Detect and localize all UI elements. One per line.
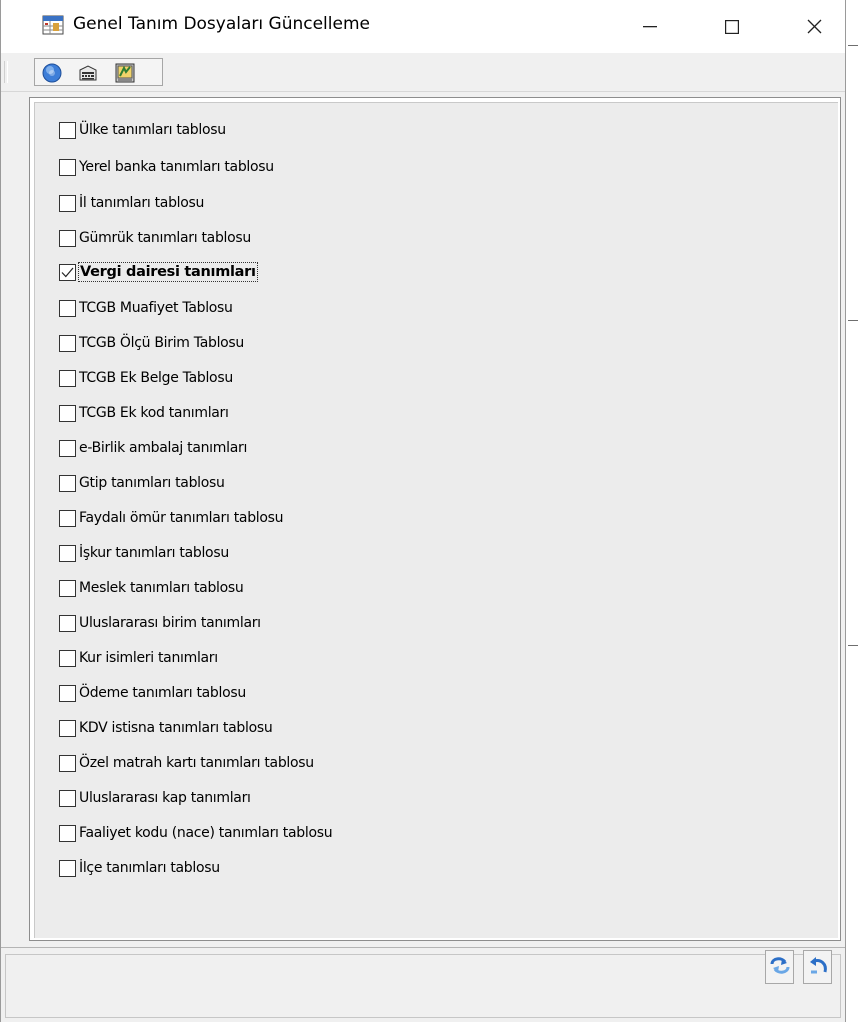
checkbox[interactable] — [59, 649, 76, 667]
checkbox-label: Faydalı ömür tanımları tablosu — [79, 510, 284, 526]
checkbox-item[interactable]: Yerel banka tanımları tablosu — [59, 156, 275, 178]
checkbox-label: İlçe tanımları tablosu — [79, 860, 220, 876]
checkbox[interactable] — [59, 158, 76, 176]
checkbox[interactable] — [59, 719, 76, 737]
checkbox[interactable] — [59, 509, 76, 527]
bottom-bar — [1, 947, 845, 1022]
checkbox[interactable] — [59, 859, 76, 877]
title-bar[interactable]: Genel Tanım Dosyaları Güncelleme — [1, 0, 845, 53]
checkbox[interactable] — [59, 614, 76, 632]
checkbox-label: Meslek tanımları tablosu — [79, 580, 244, 596]
checkbox-item[interactable]: e-Birlik ambalaj tanımları — [59, 437, 248, 459]
checkbox-item[interactable]: Uluslararası kap tanımları — [59, 787, 252, 809]
toolbar-grip[interactable] — [4, 61, 8, 83]
close-icon — [807, 19, 822, 34]
checkbox[interactable] — [59, 121, 76, 139]
checkbox[interactable] — [59, 263, 76, 281]
toolbar — [1, 53, 845, 92]
checkbox-item[interactable]: Özel matrah kartı tanımları tablosu — [59, 752, 315, 774]
background-edge-mark — [848, 45, 858, 46]
help-icon[interactable] — [41, 62, 63, 84]
checkbox-item[interactable]: Meslek tanımları tablosu — [59, 577, 244, 599]
checkbox-item[interactable]: TCGB Ek Belge Tablosu — [59, 367, 234, 389]
checkbox[interactable] — [59, 579, 76, 597]
checkbox[interactable] — [59, 754, 76, 772]
checkbox-item[interactable]: İşkur tanımları tablosu — [59, 542, 230, 564]
checkbox-label: Özel matrah kartı tanımları tablosu — [79, 755, 314, 771]
checkbox-label: Gtip tanımları tablosu — [79, 475, 225, 491]
checkbox-item[interactable]: TCGB Ölçü Birim Tablosu — [59, 332, 245, 354]
checkbox-item[interactable]: İl tanımları tablosu — [59, 192, 205, 214]
checkbox-item[interactable]: İlçe tanımları tablosu — [59, 857, 221, 879]
checkbox-item[interactable]: Uluslararası birim tanımları — [59, 612, 262, 634]
checkbox-item[interactable]: TCGB Muafiyet Tablosu — [59, 297, 234, 319]
checkbox-label: TCGB Ek kod tanımları — [79, 405, 229, 421]
checkbox[interactable] — [59, 439, 76, 457]
update-icon — [768, 954, 792, 980]
checkbox-label: Yerel banka tanımları tablosu — [79, 159, 274, 175]
update-button[interactable] — [765, 950, 794, 984]
calculator-icon[interactable] — [77, 62, 99, 84]
minimize-button[interactable] — [625, 0, 675, 53]
checkbox-item[interactable]: Faaliyet kodu (nace) tanımları tablosu — [59, 822, 333, 844]
checkbox-label: Gümrük tanımları tablosu — [79, 230, 251, 246]
checkbox-item[interactable]: KDV istisna tanımları tablosu — [59, 717, 273, 739]
checkbox-item[interactable]: Ülke tanımları tablosu — [59, 119, 227, 141]
maximize-button[interactable] — [707, 0, 757, 53]
minimize-icon — [643, 25, 657, 28]
maximize-icon — [725, 19, 739, 34]
checkbox-label: e-Birlik ambalaj tanımları — [79, 440, 248, 456]
checkbox-label: Vergi dairesi tanımları — [78, 262, 258, 282]
checkbox-label: İl tanımları tablosu — [79, 195, 205, 211]
bottom-bar-frame — [5, 954, 841, 1018]
checkbox[interactable] — [59, 229, 76, 247]
checkbox-item[interactable]: Vergi dairesi tanımları — [59, 261, 258, 283]
checkbox-item[interactable]: Gümrük tanımları tablosu — [59, 227, 252, 249]
checkbox-label: KDV istisna tanımları tablosu — [79, 720, 273, 736]
checkbox[interactable] — [59, 299, 76, 317]
tools-icon[interactable] — [114, 62, 136, 84]
checkbox-label: Faaliyet kodu (nace) tanımları tablosu — [79, 825, 333, 841]
checkbox[interactable] — [59, 684, 76, 702]
checkbox-item[interactable]: Ödeme tanımları tablosu — [59, 682, 247, 704]
toolbar-button-group — [34, 58, 163, 86]
checkbox-label: TCGB Muafiyet Tablosu — [79, 300, 233, 316]
checkbox-label: Uluslararası birim tanımları — [79, 615, 261, 631]
window-title: Genel Tanım Dosyaları Güncelleme — [73, 14, 370, 34]
checkbox-label: Uluslararası kap tanımları — [79, 790, 251, 806]
checkbox-label: TCGB Ek Belge Tablosu — [79, 370, 233, 386]
undo-button[interactable] — [803, 950, 832, 984]
checkbox-item[interactable]: TCGB Ek kod tanımları — [59, 402, 230, 424]
checkbox-label: TCGB Ölçü Birim Tablosu — [79, 335, 244, 351]
background-edge-mark — [848, 320, 858, 321]
checkbox[interactable] — [59, 404, 76, 422]
checkbox[interactable] — [59, 474, 76, 492]
checkbox-item[interactable]: Gtip tanımları tablosu — [59, 472, 226, 494]
checkbox[interactable] — [59, 824, 76, 842]
app-table-icon — [42, 15, 64, 35]
undo-icon — [806, 954, 830, 980]
checkbox-label: İşkur tanımları tablosu — [79, 545, 229, 561]
close-button[interactable] — [789, 0, 839, 53]
checkbox[interactable] — [59, 194, 76, 212]
checkbox-label: Ödeme tanımları tablosu — [79, 685, 246, 701]
window: Genel Tanım Dosyaları Güncelleme Ülke ta… — [0, 0, 846, 1022]
checkbox[interactable] — [59, 544, 76, 562]
checkbox[interactable] — [59, 789, 76, 807]
background-edge-mark — [848, 645, 858, 646]
checkbox-label: Ülke tanımları tablosu — [79, 122, 226, 138]
checkbox[interactable] — [59, 369, 76, 387]
checkbox-item[interactable]: Faydalı ömür tanımları tablosu — [59, 507, 284, 529]
checkbox-item[interactable]: Kur isimleri tanımları — [59, 647, 219, 669]
checkbox[interactable] — [59, 334, 76, 352]
checkbox-label: Kur isimleri tanımları — [79, 650, 218, 666]
